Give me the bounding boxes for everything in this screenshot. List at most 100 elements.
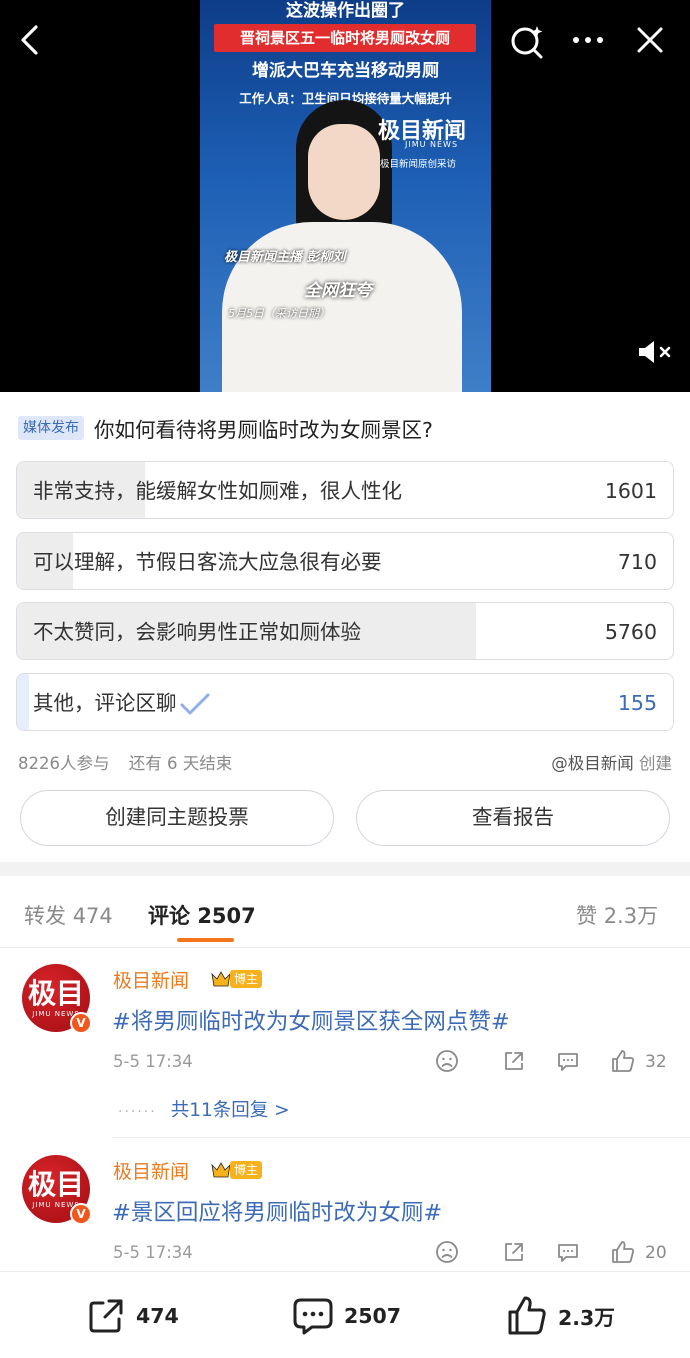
poll-header: 媒体发布 你如何看待将男厕临时改为女厕景区? [18,413,433,443]
poll-option-label: 非常支持，能缓解女性如厕难，很人性化 [33,479,402,503]
news-logo-sub: 极目新闻原创采访 [380,159,457,170]
bottom-action-bar: 474 2507 2.3万 [0,1271,690,1358]
back-button[interactable] [12,22,48,58]
poll-participants: 8226人参与 [18,754,110,773]
repost-icon [89,1299,123,1333]
view-replies-label: 共11条回复 > [170,1100,290,1121]
share-icon[interactable] [502,1049,526,1073]
tab-comment-label: 评论 [148,904,190,928]
like-count: 20 [645,1243,667,1263]
repost-count: 474 [136,1304,179,1328]
news-logo-en: JIMU NEWS [405,140,459,149]
poll-meta: 8226人参与 还有 6 天结束 [18,750,232,774]
blogger-badge: 博主 [210,968,263,990]
crown-icon [211,971,231,987]
tab-like-label: 赞 [576,904,597,928]
poll-option-label: 可以理解，节假日客流大应急很有必要 [33,550,382,574]
poll-option-count: 1601 [604,479,657,503]
poll-option-1[interactable]: 非常支持，能缓解女性如厕难，很人性化 1601 [16,461,674,519]
tab-repost-label: 转发 [24,904,66,928]
avatar[interactable]: 极目 JIMU NEWS V [22,964,92,1034]
tab-repost-count: 474 [72,904,113,928]
thumbs-up-icon [508,1296,546,1335]
poll-option-count: 710 [617,550,657,574]
comment-time: 5-5 17:34 [113,1243,193,1262]
comment-item: 极目 JIMU NEWS V 极目新闻 博主 #景区回应将男厕临时改为女厕# 5… [0,1139,690,1271]
more-button[interactable] [570,22,606,58]
dislike-face-icon[interactable] [435,1240,459,1264]
dislike-face-icon[interactable] [435,1049,459,1073]
poll-option-text: 其他，评论区聊 [33,691,177,715]
mute-button[interactable] [636,338,676,366]
poll-question: 你如何看待将男厕临时改为女厕景区? [94,418,433,442]
reply-dots: ······ [118,1104,157,1120]
blogger-badge-label: 博主 [230,1161,263,1179]
avatar[interactable]: 极目 JIMU NEWS V [22,1155,92,1225]
poll-option-4[interactable]: 其他，评论区聊 155 [16,673,674,731]
like-action[interactable]: 2.3万 [506,1296,615,1336]
tab-like-count: 2.3万 [603,904,659,928]
poll-card: 媒体发布 你如何看待将男厕临时改为女厕景区? 非常支持，能缓解女性如厕难，很人性… [0,392,690,862]
create-poll-button[interactable]: 创建同主题投票 [20,790,334,846]
blogger-badge: 博主 [210,1159,263,1181]
tab-like[interactable]: 赞 2.3万 [576,900,658,930]
comment-bubble-icon [293,1298,333,1335]
interview-date: 5月5日（采访日期） [228,307,330,320]
poll-option-count: 155 [617,691,657,715]
poll-option-3[interactable]: 不太赞同，会影响男性正常如厕体验 5760 [16,602,674,660]
view-replies-link[interactable]: ······ 共11条回复 > [118,1096,290,1122]
verified-badge-icon: V [70,1012,92,1034]
avatar-text: 极目 [27,977,84,1010]
commenter-name[interactable]: 极目新闻 [113,966,189,993]
repost-action[interactable]: 474 [86,1296,179,1336]
share-icon[interactable] [502,1240,526,1264]
comment-count: 2507 [344,1304,402,1328]
more-dots-icon [573,37,603,43]
tab-comment[interactable]: 评论 2507 [148,900,256,930]
poll-author-link[interactable]: @极目新闻 [551,754,634,773]
poll-option-label: 不太赞同，会影响男性正常如厕体验 [33,620,361,644]
tab-comment-count: 2507 [197,904,256,928]
anchor-face [308,124,380,220]
video-caption-top: 这波操作出圈了 [286,1,405,21]
crown-icon [211,1162,231,1178]
close-button[interactable] [632,22,668,58]
comment-action[interactable]: 2507 [292,1296,401,1336]
like-count: 32 [645,1052,667,1072]
interaction-tabs: 转发 474 评论 2507 赞 2.3万 [0,876,690,948]
view-report-button[interactable]: 查看报告 [356,790,670,846]
commenter-name[interactable]: 极目新闻 [113,1157,189,1184]
poll-creator: @极目新闻 创建 [551,750,672,774]
reply-bubble-icon[interactable] [556,1049,580,1073]
reply-bubble-icon[interactable] [556,1240,580,1264]
chevron-left-icon [21,25,38,55]
thumbs-up-icon[interactable] [610,1048,636,1074]
thumbs-up-icon[interactable] [610,1239,636,1265]
check-icon [180,693,209,715]
poll-tag: 媒体发布 [18,416,84,440]
anchor-name-tag: 极目新闻主播 彭柳刘 [224,250,346,265]
video-caption-line2: 增派大巴车充当移动男厕 [252,61,439,81]
close-icon [637,27,663,53]
blogger-badge-label: 博主 [230,970,263,988]
poll-option-bar [17,674,30,730]
lens-search-icon [511,26,543,59]
poll-remaining: 还有 6 天结束 [128,754,233,773]
comment-item: 极目 JIMU NEWS V 极目新闻 博主 #将男厕临时改为女厕景区获全网点赞… [0,948,690,1138]
comment-text[interactable]: #景区回应将男厕临时改为女厕# [112,1195,442,1227]
speaker-muted-icon [639,341,671,363]
praise-caption: 全网狂夸 [304,281,372,301]
comment-text[interactable]: #将男厕临时改为女厕景区获全网点赞# [112,1004,510,1036]
lens-search-button[interactable] [508,22,544,59]
video-caption-headline: 晋祠景区五一临时将男厕改女厕 [214,24,476,52]
verified-badge-icon: V [70,1203,92,1225]
section-divider [0,862,690,876]
poll-option-2[interactable]: 可以理解，节假日客流大应急很有必要 710 [16,532,674,590]
poll-option-label: 其他，评论区聊 [33,674,211,730]
like-count: 2.3万 [558,1306,615,1330]
video-player[interactable]: 这波操作出圈了 晋祠景区五一临时将男厕改女厕 增派大巴车充当移动男厕 工作人员：… [0,0,690,392]
comment-time: 5-5 17:34 [113,1052,193,1071]
video-frame[interactable]: 这波操作出圈了 晋祠景区五一临时将男厕改女厕 增派大巴车充当移动男厕 工作人员：… [200,0,491,392]
poll-created-label: 创建 [639,754,672,773]
tab-repost[interactable]: 转发 474 [24,900,113,930]
